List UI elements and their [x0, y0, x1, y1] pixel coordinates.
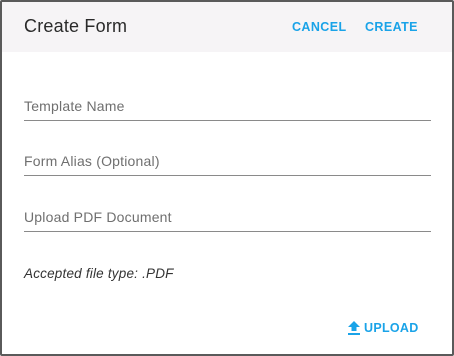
cancel-button[interactable]: CANCEL	[292, 20, 346, 34]
create-form-dialog: Create Form CANCEL CREATE Template Name …	[0, 0, 454, 356]
dialog-header: Create Form CANCEL CREATE	[2, 2, 452, 52]
upload-label: UPLOAD	[364, 321, 419, 335]
dialog-title: Create Form	[24, 16, 128, 36]
upload-button[interactable]: UPLOAD	[347, 318, 419, 338]
upload-pdf-field[interactable]: Upload PDF Document	[24, 201, 431, 232]
accepted-file-type-note: Accepted file type: .PDF	[24, 266, 174, 281]
upload-pdf-placeholder: Upload PDF Document	[24, 209, 172, 225]
create-button[interactable]: CREATE	[365, 20, 418, 34]
template-name-placeholder: Template Name	[24, 98, 125, 114]
form-alias-field[interactable]: Form Alias (Optional)	[24, 145, 431, 176]
upload-icon	[347, 320, 361, 336]
form-alias-placeholder: Form Alias (Optional)	[24, 153, 160, 169]
template-name-field[interactable]: Template Name	[24, 90, 431, 121]
